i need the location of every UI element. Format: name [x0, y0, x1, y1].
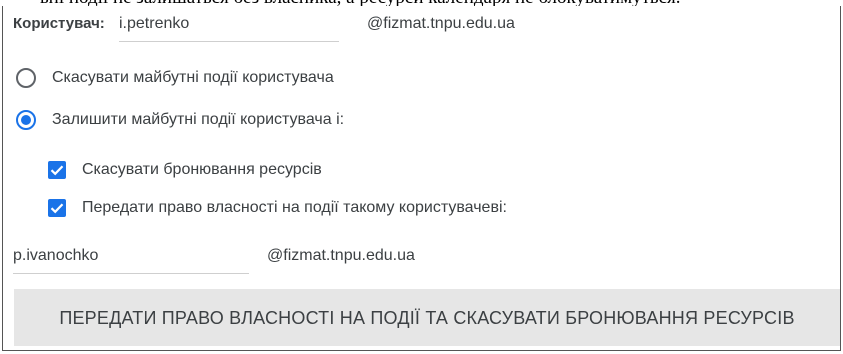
- cancel-events-radio[interactable]: [16, 68, 36, 88]
- transfer-ownership-checkbox[interactable]: [48, 199, 66, 217]
- transfer-user-domain: @fizmat.tnpu.edu.ua: [267, 247, 415, 264]
- checkmark-icon: [50, 203, 64, 214]
- user-domain: @fizmat.tnpu.edu.ua: [367, 15, 515, 32]
- user-label: Користувач:: [13, 15, 105, 32]
- keep-events-label[interactable]: Залишити майбутні події користувача і:: [52, 111, 344, 129]
- user-input-value: i.petrenko: [119, 15, 190, 32]
- cancel-bookings-checkbox[interactable]: [48, 161, 66, 179]
- checkmark-icon: [50, 165, 64, 176]
- transfer-and-cancel-button[interactable]: ПЕРЕДАТИ ПРАВО ВЛАСНОСТІ НА ПОДІЇ ТА СКА…: [14, 289, 840, 346]
- transfer-ownership-label[interactable]: Передати право власності на події такому…: [82, 199, 507, 217]
- cancel-bookings-label[interactable]: Скасувати бронювання ресурсів: [82, 161, 322, 179]
- keep-events-radio[interactable]: [16, 110, 36, 130]
- cancel-events-label[interactable]: Скасувати майбутні події користувача: [52, 69, 334, 87]
- transfer-user-input-value: p.ivanochko: [13, 247, 99, 264]
- transfer-user-input[interactable]: p.ivanochko: [13, 238, 249, 274]
- user-input[interactable]: i.petrenko: [119, 6, 339, 42]
